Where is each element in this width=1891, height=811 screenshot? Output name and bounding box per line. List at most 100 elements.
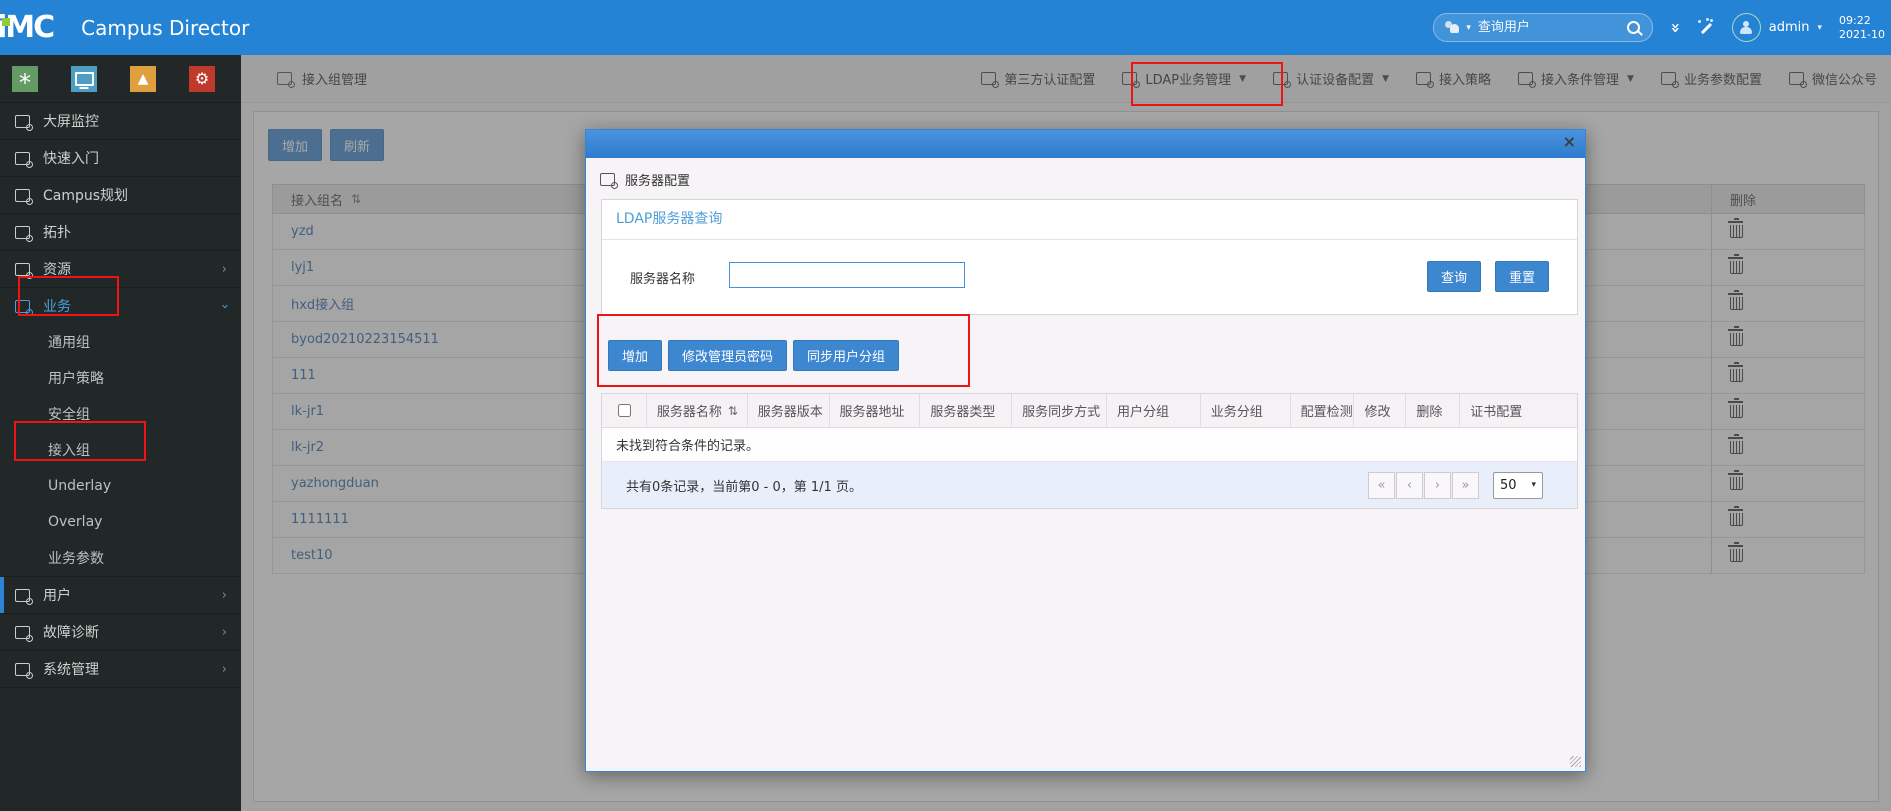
sidebar-item-label: 用户 — [43, 588, 71, 604]
server-name-input[interactable] — [729, 262, 965, 288]
sidebar-item-access-group[interactable]: 接入组 — [0, 432, 241, 468]
chevron-right-icon: › — [221, 661, 227, 677]
people-icon — [1444, 21, 1461, 34]
query-panel-body: 服务器名称 查询 重置 — [602, 240, 1577, 314]
user-icon — [15, 588, 33, 605]
wizard-icon[interactable] — [1698, 19, 1715, 36]
sidebar-item-service-param[interactable]: 业务参数 — [0, 540, 241, 576]
first-page-button[interactable]: « — [1368, 471, 1395, 499]
sidebar-item-user[interactable]: 用户 › — [0, 576, 241, 613]
sort-icon[interactable]: ⇅ — [728, 404, 738, 418]
favorites-tile[interactable]: * — [12, 65, 38, 97]
clock: 09:22 2021-10 — [1839, 14, 1891, 42]
query-buttons: 查询 重置 — [1426, 261, 1549, 292]
chevron-right-icon: › — [221, 624, 227, 640]
sidebar-item-overlay[interactable]: Overlay — [0, 504, 241, 540]
sidebar-item-label: Campus规划 — [43, 188, 129, 204]
search-icon[interactable] — [1627, 21, 1641, 34]
sidebar-item-label: 业务 — [43, 299, 71, 315]
sidebar: * ▲ ⚙ 大屏监控快速入门 Campus规划拓扑资源 › 业务 › 通用组用户策略安全组接入… — [0, 55, 241, 811]
sidebar-item-campus-plan[interactable]: Campus规划 — [0, 176, 241, 213]
pagination-controls: «‹ ›» — [1368, 471, 1479, 499]
sidebar-item-label: 资源 — [43, 262, 71, 278]
sidebar-item-label: 业务参数 — [48, 551, 104, 567]
avatar — [1731, 13, 1761, 42]
sidebar-item-user-policy[interactable]: 用户策略 — [0, 360, 241, 396]
server-action-buttons: 增加 修改管理员密码 同步用户分组 — [608, 340, 905, 371]
results-column-header-0[interactable]: 服务器名称 ⇅ — [647, 394, 748, 427]
user-name: admin — [1768, 20, 1810, 35]
chevron-down-icon: ▾ — [1531, 480, 1536, 490]
sidebar-item-dashboard[interactable]: 大屏监控 — [0, 103, 241, 139]
select-all-checkbox[interactable] — [617, 404, 631, 417]
logo-green-square — [2, 17, 10, 26]
chevron-down-icon: › — [216, 303, 232, 309]
sidebar-item-underlay[interactable]: Underlay — [0, 468, 241, 504]
topology-icon — [15, 225, 33, 242]
column-label: 用户分组 — [1116, 405, 1169, 420]
resize-grip[interactable] — [1570, 756, 1581, 767]
last-page-button[interactable]: » — [1452, 471, 1479, 499]
dashboard-icon — [15, 114, 33, 131]
results-column-header-5: 用户分组 — [1107, 394, 1201, 427]
warning-triangle-icon: ▲ — [137, 70, 149, 87]
sidebar-item-service[interactable]: 业务 › — [0, 287, 241, 324]
server-add-button[interactable]: 增加 — [608, 340, 663, 371]
alarm-tile[interactable]: ▲ — [130, 65, 156, 92]
collapse-header-icon[interactable]: « — [1666, 22, 1685, 32]
sidebar-item-diagnosis[interactable]: 故障诊断 › — [0, 613, 241, 650]
top-bar: iMC Campus Director ▾ « admin ▾ 09:22 20… — [0, 0, 1891, 55]
sidebar-item-label: 通用组 — [48, 335, 90, 351]
service-icon — [15, 299, 33, 316]
chevron-down-icon[interactable]: ▾ — [1466, 23, 1471, 33]
reset-button[interactable]: 重置 — [1494, 261, 1549, 292]
sidebar-item-label: Underlay — [48, 478, 112, 494]
dialog-titlebar[interactable]: × — [586, 130, 1585, 158]
page-size-select[interactable]: 50 ▾ — [1493, 471, 1543, 499]
sync-user-groups-button[interactable]: 同步用户分组 — [793, 340, 900, 371]
resource-icon — [15, 262, 33, 279]
close-icon[interactable]: × — [1563, 134, 1576, 150]
sidebar-item-common-group[interactable]: 通用组 — [0, 324, 241, 360]
sidebar-item-quickstart[interactable]: 快速入门 — [0, 139, 241, 176]
next-page-button[interactable]: › — [1424, 471, 1451, 499]
user-search-box[interactable]: ▾ — [1433, 13, 1654, 42]
column-label: 服务器类型 — [930, 405, 996, 420]
sidebar-item-security-group[interactable]: 安全组 — [0, 396, 241, 432]
results-column-header-4: 服务同步方式 — [1012, 394, 1107, 427]
clipboard-icon — [15, 188, 33, 205]
imc-logo: iMC — [0, 12, 55, 43]
sidebar-item-label: 安全组 — [48, 407, 90, 423]
server-config-dialog: × 服务器配置 LDAP服务器查询 服务器名称 查询 重置 增加 修改管理员密码… — [585, 129, 1586, 772]
sidebar-item-label: 系统管理 — [43, 662, 99, 678]
sidebar-item-label: 大屏监控 — [43, 114, 99, 130]
change-admin-password-button[interactable]: 修改管理员密码 — [668, 340, 788, 371]
system-icon — [15, 662, 33, 679]
monitor-icon — [74, 71, 94, 86]
column-label: 服务器地址 — [839, 405, 905, 420]
server-name-label: 服务器名称 — [630, 272, 696, 287]
asterisk-icon: * — [19, 68, 31, 97]
user-menu[interactable]: admin ▾ — [1731, 13, 1822, 42]
query-button[interactable]: 查询 — [1426, 261, 1481, 292]
monitor-tile[interactable] — [71, 65, 97, 92]
sidebar-item-system[interactable]: 系统管理 › — [0, 650, 241, 687]
chevron-right-icon: › — [221, 587, 227, 603]
home-icon — [15, 151, 33, 168]
diagnosis-icon — [15, 625, 33, 642]
sidebar-item-label: Overlay — [48, 514, 103, 530]
sidebar-menu: 大屏监控快速入门 Campus规划拓扑资源 › 业务 › 通用组用户策略安全组接入组 Und… — [0, 103, 241, 688]
results-column-header-7: 配置检测 — [1291, 394, 1355, 427]
results-column-header-9: 删除 — [1406, 394, 1461, 427]
column-label: 服务器名称 — [656, 405, 722, 420]
chevron-right-icon: › — [221, 261, 227, 277]
prev-page-button[interactable]: ‹ — [1396, 471, 1423, 499]
clock-time: 09:22 — [1839, 13, 1871, 27]
select-all-cell — [602, 394, 647, 427]
sidebar-item-topology[interactable]: 拓扑 — [0, 213, 241, 250]
settings-tile[interactable]: ⚙ — [189, 65, 215, 92]
sidebar-item-resource[interactable]: 资源 › — [0, 250, 241, 287]
topbar-right-cluster: ▾ « admin ▾ 09:22 2021-10 — [1433, 0, 1891, 55]
app-window: iMC Campus Director ▾ « admin ▾ 09:22 20… — [0, 0, 1891, 811]
search-input[interactable] — [1475, 19, 1623, 36]
